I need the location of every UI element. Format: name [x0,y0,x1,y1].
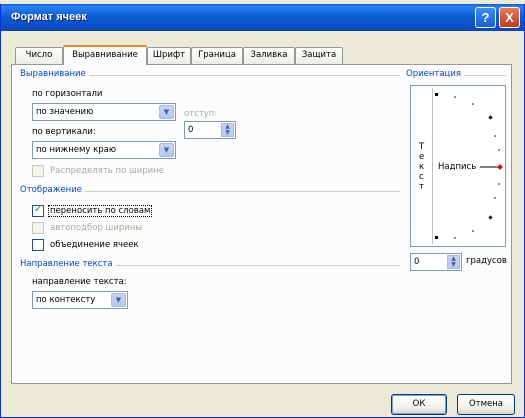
ok-button[interactable]: ОК [391,394,447,415]
close-button[interactable]: X [499,7,520,28]
dialog-title: Формат ячеек [11,11,87,23]
vertical-label: по вертикали: [32,127,96,137]
vertical-text-char: к [419,162,425,172]
indent-value: 0 [188,125,194,135]
tab-protection[interactable]: Защита [295,47,343,64]
dial-diamond-icon [488,115,493,120]
direction-value: по контексту [36,295,96,305]
orientation-dial[interactable]: Надпись [433,88,505,244]
dial-dot-icon [472,230,474,232]
degrees-value: 0 [414,257,420,267]
vertical-text-button[interactable]: Т е к с т [413,88,433,244]
alignment-section-title: Выравнивание [20,69,89,79]
dial-dot-icon [454,237,456,239]
dial-handle-icon [497,164,503,170]
title-bar[interactable]: Формат ячеек ? X [1,4,524,31]
tab-number[interactable]: Число [15,47,63,64]
orientation-section-title: Ориентация [406,69,464,79]
dial-text-label: Надпись [438,162,477,172]
chevron-down-icon[interactable]: ▼ [111,293,126,307]
chevron-down-icon[interactable]: ▼ [159,143,174,157]
vertical-select[interactable]: по нижнему краю ▼ [32,141,176,159]
shrink-to-fit-checkbox[interactable] [32,222,44,234]
vertical-text-char: е [419,152,425,162]
dial-dot-icon [454,96,456,98]
chevron-down-icon[interactable]: ▼ [159,105,174,119]
horizontal-select[interactable]: по значению ▼ [32,103,176,121]
wrap-text-checkbox[interactable]: ✓ [32,204,44,217]
orientation-box: Т е к с т Надпись [410,85,506,247]
merge-cells-label: объединение ячеек [50,240,139,250]
format-cells-dialog: Формат ячеек ? X Число Выравнивание Шриф… [0,4,525,418]
distribute-checkbox[interactable] [32,165,44,177]
degrees-label: градусов [466,256,507,266]
wrap-text-label: переносить по словам [48,205,153,217]
horizontal-label: по горизонтали [32,89,103,99]
dial-dot-icon [494,197,496,199]
indent-label: отступ: [184,109,218,119]
checkmark-icon: ✓ [34,204,43,215]
dial-diamond-icon [488,215,493,220]
dial-dot-icon [472,103,474,105]
display-section-title: Отображение [20,185,85,195]
dial-dot-icon [494,135,496,137]
help-button[interactable]: ? [475,7,496,28]
spin-arrows-icon[interactable]: ▲ ▼ [221,123,234,137]
indent-spinner[interactable]: 0 ▲ ▼ [184,121,236,139]
alignment-panel: Выравнивание по горизонтали по значению … [11,64,512,384]
degrees-spinner[interactable]: 0 ▲ ▼ [410,253,462,271]
cancel-button[interactable]: Отмена [457,394,515,415]
horizontal-value: по значению [36,107,94,117]
dial-dot-icon [498,183,500,185]
tab-fill[interactable]: Заливка [243,47,295,64]
vertical-value: по нижнему краю [36,145,117,155]
shrink-to-fit-label: автоподбор ширины [50,223,143,233]
tab-font[interactable]: Шрифт [147,47,191,64]
tab-alignment[interactable]: Выравнивание [63,45,147,65]
dial-diamond-icon [435,236,438,239]
distribute-label: Распределять по ширине [50,166,164,176]
spin-arrows-icon[interactable]: ▲ ▼ [447,255,460,269]
tab-border[interactable]: Граница [191,47,243,64]
dial-dot-icon [498,149,500,151]
direction-section-title: Направление текста [20,259,116,269]
dial-diamond-icon [435,93,438,96]
direction-select[interactable]: по контексту ▼ [32,291,128,309]
vertical-text-char: т [419,182,424,192]
direction-label: направление текста: [32,277,127,287]
vertical-text-char: Т [419,142,425,152]
merge-cells-checkbox[interactable] [32,239,44,251]
vertical-text-char: с [419,172,424,182]
